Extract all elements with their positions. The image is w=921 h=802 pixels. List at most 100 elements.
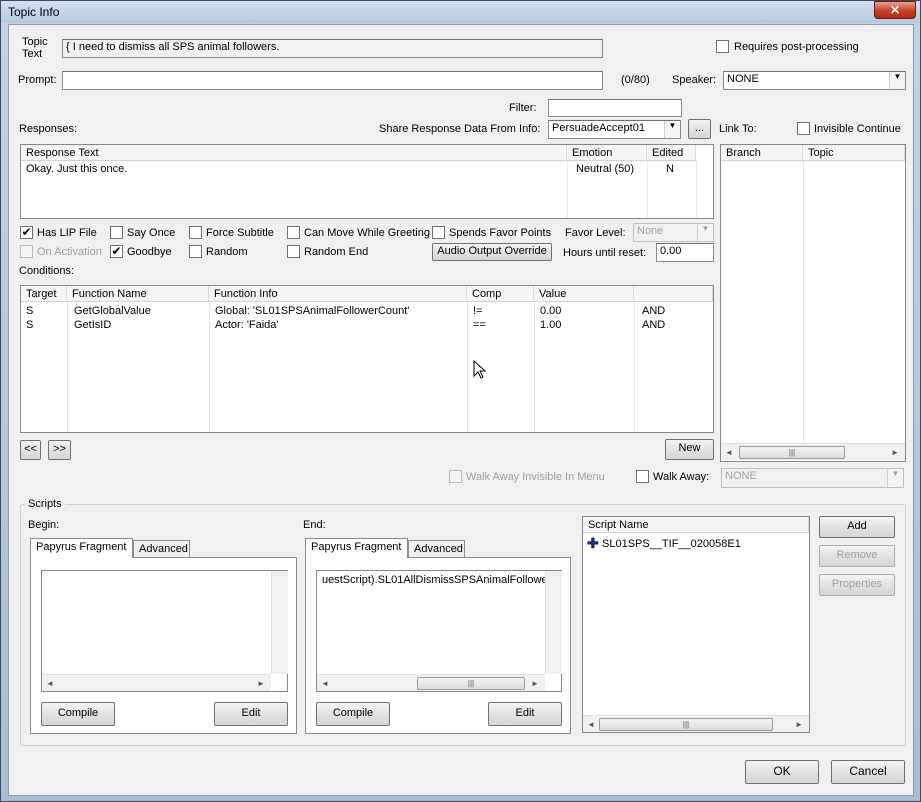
walk-away-value: NONE <box>725 470 757 482</box>
scroll-thumb[interactable]: ||| <box>739 446 845 459</box>
condition-value-cell: 0.00 <box>540 305 562 317</box>
condition-operator-cell: AND <box>642 305 666 317</box>
column-header-response-text[interactable]: Response Text <box>21 145 567 161</box>
title-bar[interactable]: Topic Info ✕ <box>1 1 920 23</box>
random-checkbox[interactable] <box>189 245 202 258</box>
new-condition-button[interactable]: New <box>665 439 714 460</box>
column-header-function-name[interactable]: Function Name <box>67 286 209 302</box>
speaker-dropdown[interactable]: NONE ▼ <box>723 71 906 90</box>
conditions-list[interactable]: Target Function Name Function Info Comp … <box>20 285 714 433</box>
column-header-branch[interactable]: Branch <box>721 145 803 161</box>
begin-vertical-scrollbar[interactable] <box>271 571 288 674</box>
favor-level-label: Favor Level: <box>565 227 626 239</box>
close-button[interactable]: ✕ <box>874 1 916 19</box>
walk-away-invisible-label: Walk Away Invisible In Menu <box>466 471 605 483</box>
scroll-left-icon[interactable]: ◄ <box>723 446 735 459</box>
link-to-horizontal-scrollbar[interactable]: ◄ ||| ► <box>721 443 905 460</box>
begin-horizontal-scrollbar[interactable]: ◄ ► <box>42 674 271 691</box>
has-lip-file-checkbox[interactable]: ✔ <box>20 226 33 239</box>
column-header-target[interactable]: Target <box>21 286 67 302</box>
begin-tab-papyrus-fragment[interactable]: Papyrus Fragment <box>30 538 133 558</box>
end-fragment-pane: uestScript).SL01AllDismissSPSAnimalFollo… <box>305 557 571 734</box>
begin-edit-button[interactable]: Edit <box>214 702 288 726</box>
spends-favor-points-checkbox[interactable] <box>432 226 445 239</box>
begin-compile-button[interactable]: Compile <box>41 702 115 726</box>
goodbye-checkbox[interactable]: ✔ <box>110 245 123 258</box>
scroll-thumb[interactable]: ||| <box>417 677 525 690</box>
column-header-script-name[interactable]: Script Name <box>583 517 809 533</box>
favor-level-value: None <box>637 225 664 237</box>
column-header-function-info[interactable]: Function Info <box>209 286 467 302</box>
scroll-right-icon[interactable]: ► <box>889 446 901 459</box>
share-response-browse-button[interactable]: ... <box>688 119 711 139</box>
column-header-edited[interactable]: Edited <box>647 145 696 161</box>
force-subtitle-checkbox[interactable] <box>189 226 202 239</box>
previous-condition-button[interactable]: << <box>20 440 41 460</box>
table-row[interactable]: S GetIsID Actor: 'Faida' == 1.00 AND <box>21 319 713 333</box>
end-label: End: <box>303 519 326 531</box>
responses-list[interactable]: Response Text Emotion Edited Okay. Just … <box>20 144 714 219</box>
prompt-label: Prompt: <box>18 74 57 86</box>
scroll-thumb[interactable]: ||| <box>599 718 773 731</box>
share-response-dropdown[interactable]: PersuadeAccept01 ▼ <box>548 120 681 139</box>
column-header-topic[interactable]: Topic <box>803 145 905 161</box>
random-end-label: Random End <box>304 246 369 258</box>
scroll-right-icon[interactable]: ► <box>529 677 541 690</box>
topic-info-window: Topic Info ✕ Topic Text { I need to dism… <box>0 0 921 802</box>
script-name-list[interactable]: Script Name ✚ SL01SPS__TIF__020058E1 ◄ |… <box>582 516 810 733</box>
list-item[interactable]: ✚ SL01SPS__TIF__020058E1 <box>587 536 787 551</box>
condition-info-cell: Global: 'SL01SPSAnimalFollowerCount' <box>215 305 410 317</box>
say-once-checkbox[interactable] <box>110 226 123 239</box>
end-code-text: uestScript).SL01AllDismissSPSAnimalFollo… <box>322 574 559 586</box>
table-row[interactable]: Okay. Just this once. Neutral (50) N <box>21 163 696 177</box>
response-emotion-cell: Neutral (50) <box>576 163 635 175</box>
condition-target-cell: S <box>26 305 34 317</box>
random-label: Random <box>206 246 248 258</box>
favor-level-dropdown[interactable]: None ▼ <box>633 223 714 242</box>
walk-away-dropdown[interactable]: NONE ▼ <box>721 468 904 488</box>
end-tab-papyrus-fragment[interactable]: Papyrus Fragment <box>305 538 408 558</box>
next-condition-button[interactable]: >> <box>48 440 71 460</box>
begin-code-editor[interactable]: ◄ ► <box>41 570 288 692</box>
audio-output-override-button[interactable]: Audio Output Override <box>432 243 552 261</box>
script-list-horizontal-scrollbar[interactable]: ◄ ||| ► <box>583 715 809 732</box>
response-text-cell: Okay. Just this once. <box>26 163 128 175</box>
column-header-comp[interactable]: Comp <box>467 286 534 302</box>
on-activation-checkbox[interactable] <box>20 245 33 258</box>
link-to-list[interactable]: Branch Topic ◄ ||| ► <box>720 144 906 462</box>
condition-comp-cell: == <box>473 319 486 331</box>
end-edit-button[interactable]: Edit <box>488 702 562 726</box>
filter-input[interactable] <box>548 99 682 117</box>
column-header-operator[interactable] <box>634 286 713 302</box>
scroll-left-icon[interactable]: ◄ <box>319 677 331 690</box>
can-move-while-greeting-checkbox[interactable] <box>287 226 300 239</box>
end-code-editor[interactable]: uestScript).SL01AllDismissSPSAnimalFollo… <box>316 570 562 692</box>
scroll-left-icon[interactable]: ◄ <box>585 718 597 731</box>
end-horizontal-scrollbar[interactable]: ◄ ||| ► <box>317 674 545 691</box>
walk-away-checkbox[interactable] <box>636 470 649 483</box>
add-script-button[interactable]: Add <box>819 516 895 538</box>
scroll-right-icon[interactable]: ► <box>255 677 267 690</box>
ok-button[interactable]: OK <box>745 760 819 784</box>
table-row[interactable]: S GetGlobalValue Global: 'SL01SPSAnimalF… <box>21 305 713 319</box>
begin-tab-advanced[interactable]: Advanced <box>133 540 190 557</box>
remove-script-button[interactable]: Remove <box>819 545 895 567</box>
requires-post-processing-checkbox[interactable] <box>716 40 729 53</box>
cancel-button[interactable]: Cancel <box>831 760 905 784</box>
script-properties-button[interactable]: Properties <box>819 574 895 596</box>
random-end-checkbox[interactable] <box>287 245 300 258</box>
hours-until-reset-input[interactable]: 0.00 <box>656 243 714 262</box>
invisible-continue-checkbox[interactable] <box>797 122 810 135</box>
walk-away-invisible-checkbox[interactable] <box>449 470 462 483</box>
column-header-emotion[interactable]: Emotion <box>567 145 647 161</box>
end-vertical-scrollbar[interactable] <box>545 571 562 674</box>
prompt-input[interactable] <box>62 71 603 90</box>
end-tab-advanced[interactable]: Advanced <box>408 540 465 557</box>
end-compile-button[interactable]: Compile <box>316 702 390 726</box>
scroll-right-icon[interactable]: ► <box>793 718 805 731</box>
topic-text-field[interactable]: { I need to dismiss all SPS animal follo… <box>62 39 603 58</box>
filter-label: Filter: <box>509 102 537 114</box>
on-activation-label: On Activation <box>37 246 102 258</box>
scroll-left-icon[interactable]: ◄ <box>44 677 56 690</box>
column-header-value[interactable]: Value <box>534 286 634 302</box>
